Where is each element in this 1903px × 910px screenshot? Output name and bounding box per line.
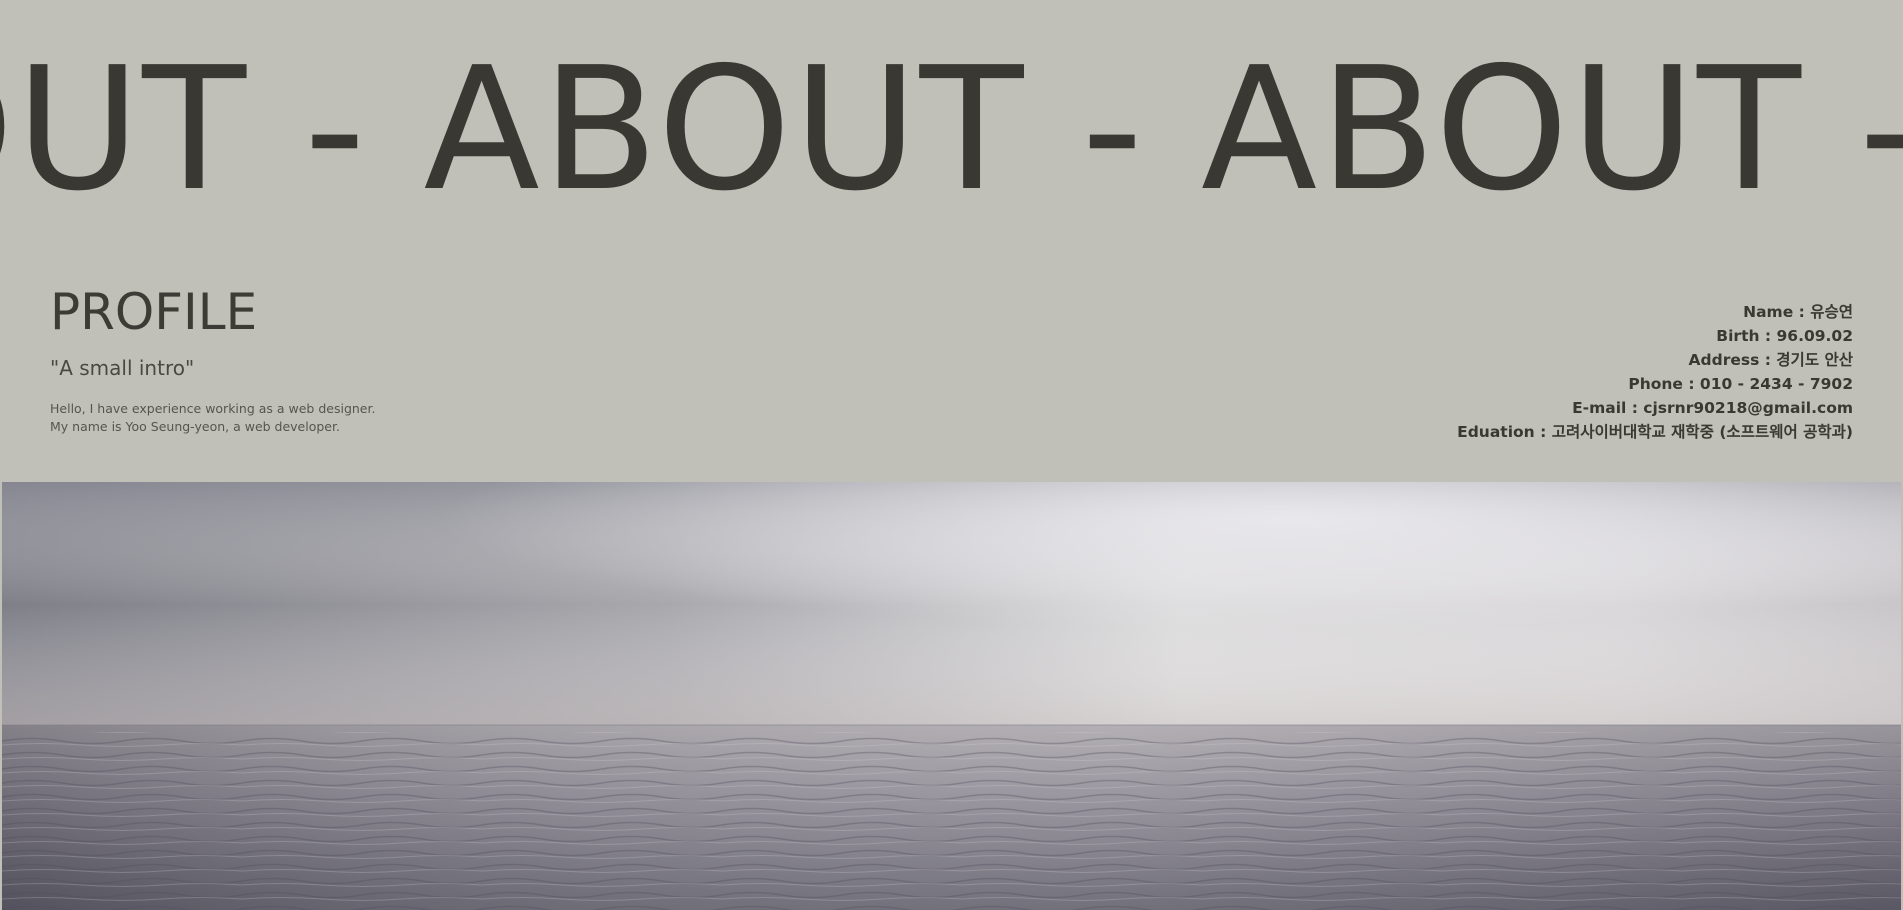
profile-description: Hello, I have experience working as a we… (50, 400, 650, 436)
about-marquee: OUT - ABOUT - ABOUT - ABOUT - A (0, 40, 1903, 220)
info-email: E-mail : cjsrnr90218@gmail.com (1572, 399, 1853, 417)
profile-title: PROFILE (50, 283, 258, 341)
info-name: Name : 유승연 (1743, 303, 1853, 321)
profile-info-list: Name : 유승연 Birth : 96.09.02 Address : 경기… (1457, 300, 1853, 444)
info-address: Address : 경기도 안산 (1688, 351, 1853, 369)
marquee-text: OUT - ABOUT - ABOUT - ABOUT - A (0, 40, 1903, 220)
info-education: Eduation : 고려사이버대학교 재학중 (소프트웨어 공학과) (1457, 423, 1853, 441)
intro-line-1: Hello, I have experience working as a we… (50, 401, 376, 416)
sea-image-svg (2, 482, 1901, 910)
about-section: OUT - ABOUT - ABOUT - ABOUT - A PROFILE … (0, 0, 1903, 910)
intro-line-2: My name is Yoo Seung-yeon, a web develop… (50, 419, 340, 434)
profile-intro: PROFILE "A small intro" Hello, I have ex… (50, 282, 650, 436)
info-birth: Birth : 96.09.02 (1716, 327, 1853, 345)
profile-subtitle: "A small intro" (50, 356, 195, 380)
info-phone: Phone : 010 - 2434 - 7902 (1628, 375, 1853, 393)
sea-horizon-photo (2, 482, 1901, 910)
